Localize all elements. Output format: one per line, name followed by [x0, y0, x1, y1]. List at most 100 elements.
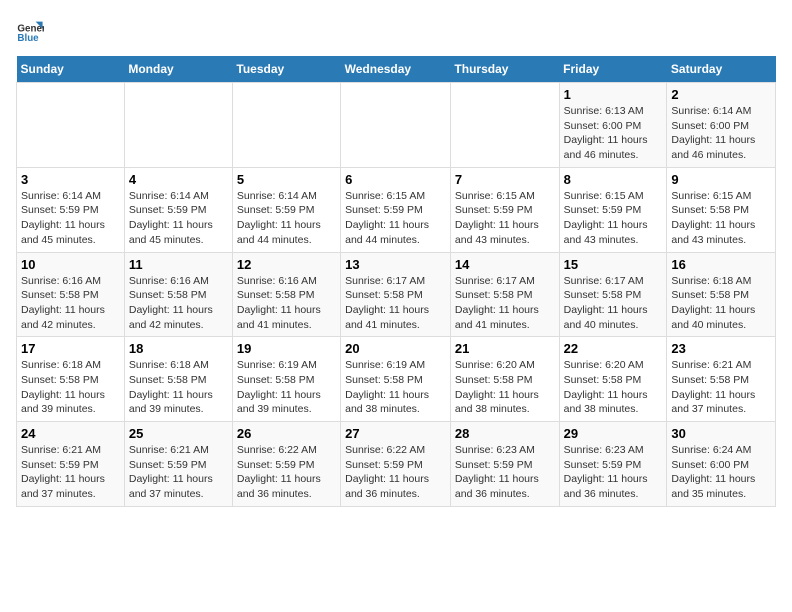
- calendar-cell: 10 Sunrise: 6:16 AM Sunset: 5:58 PM Dayli…: [17, 252, 125, 337]
- calendar-cell: 16 Sunrise: 6:18 AM Sunset: 5:58 PM Dayli…: [667, 252, 776, 337]
- calendar-week: 24 Sunrise: 6:21 AM Sunset: 5:59 PM Dayli…: [17, 422, 776, 507]
- calendar-cell: 20Sunrise: 6:19 AM Sunset: 5:58 PM Dayli…: [341, 337, 451, 422]
- day-number: 1: [564, 87, 663, 102]
- calendar-cell: 9 Sunrise: 6:15 AM Sunset: 5:58 PM Daylig…: [667, 167, 776, 252]
- calendar-cell: 13Sunrise: 6:17 AM Sunset: 5:58 PM Dayli…: [341, 252, 451, 337]
- day-info: Sunrise: 6:23 AM Sunset: 5:59 PM Dayligh…: [564, 443, 663, 502]
- day-number: 18: [129, 341, 228, 356]
- day-number: 28: [455, 426, 555, 441]
- calendar-cell: 25 Sunrise: 6:21 AM Sunset: 5:59 PM Dayli…: [124, 422, 232, 507]
- calendar-cell: 2 Sunrise: 6:14 AM Sunset: 6:00 PM Daylig…: [667, 83, 776, 168]
- day-info: Sunrise: 6:22 AM Sunset: 5:59 PM Dayligh…: [237, 443, 336, 502]
- svg-text:Blue: Blue: [17, 33, 39, 44]
- weekday-header: Thursday: [450, 56, 559, 83]
- calendar-cell: 3 Sunrise: 6:14 AM Sunset: 5:59 PM Daylig…: [17, 167, 125, 252]
- day-number: 5: [237, 172, 336, 187]
- calendar-cell: 29 Sunrise: 6:23 AM Sunset: 5:59 PM Dayli…: [559, 422, 667, 507]
- calendar-cell: 15 Sunrise: 6:17 AM Sunset: 5:58 PM Dayli…: [559, 252, 667, 337]
- day-info: Sunrise: 6:21 AM Sunset: 5:59 PM Dayligh…: [21, 443, 120, 502]
- calendar-cell: 19 Sunrise: 6:19 AM Sunset: 5:58 PM Dayli…: [232, 337, 340, 422]
- day-number: 7: [455, 172, 555, 187]
- calendar-cell: 4 Sunrise: 6:14 AM Sunset: 5:59 PM Daylig…: [124, 167, 232, 252]
- calendar-week: 3 Sunrise: 6:14 AM Sunset: 5:59 PM Daylig…: [17, 167, 776, 252]
- day-number: 25: [129, 426, 228, 441]
- day-number: 30: [671, 426, 771, 441]
- day-number: 29: [564, 426, 663, 441]
- day-info: Sunrise: 6:16 AM Sunset: 5:58 PM Dayligh…: [129, 274, 228, 333]
- day-info: Sunrise: 6:14 AM Sunset: 6:00 PM Dayligh…: [671, 104, 771, 163]
- calendar-cell: 26 Sunrise: 6:22 AM Sunset: 5:59 PM Dayli…: [232, 422, 340, 507]
- calendar-cell: 28Sunrise: 6:23 AM Sunset: 5:59 PM Dayli…: [450, 422, 559, 507]
- day-info: Sunrise: 6:18 AM Sunset: 5:58 PM Dayligh…: [21, 358, 120, 417]
- day-number: 19: [237, 341, 336, 356]
- day-info: Sunrise: 6:20 AM Sunset: 5:58 PM Dayligh…: [564, 358, 663, 417]
- day-number: 16: [671, 257, 771, 272]
- calendar-cell: [341, 83, 451, 168]
- calendar-cell: 8 Sunrise: 6:15 AM Sunset: 5:59 PM Daylig…: [559, 167, 667, 252]
- day-info: Sunrise: 6:14 AM Sunset: 5:59 PM Dayligh…: [129, 189, 228, 248]
- day-number: 15: [564, 257, 663, 272]
- day-number: 22: [564, 341, 663, 356]
- calendar-cell: 21 Sunrise: 6:20 AM Sunset: 5:58 PM Dayli…: [450, 337, 559, 422]
- day-info: Sunrise: 6:14 AM Sunset: 5:59 PM Dayligh…: [237, 189, 336, 248]
- calendar-cell: 7 Sunrise: 6:15 AM Sunset: 5:59 PM Daylig…: [450, 167, 559, 252]
- day-number: 8: [564, 172, 663, 187]
- day-info: Sunrise: 6:18 AM Sunset: 5:58 PM Dayligh…: [671, 274, 771, 333]
- calendar-cell: [232, 83, 340, 168]
- day-number: 9: [671, 172, 771, 187]
- day-info: Sunrise: 6:22 AM Sunset: 5:59 PM Dayligh…: [345, 443, 446, 502]
- day-info: Sunrise: 6:18 AM Sunset: 5:58 PM Dayligh…: [129, 358, 228, 417]
- day-number: 6: [345, 172, 446, 187]
- calendar-cell: [124, 83, 232, 168]
- day-number: 24: [21, 426, 120, 441]
- day-info: Sunrise: 6:15 AM Sunset: 5:59 PM Dayligh…: [455, 189, 555, 248]
- logo: General Blue: [16, 16, 48, 44]
- day-info: Sunrise: 6:15 AM Sunset: 5:59 PM Dayligh…: [345, 189, 446, 248]
- day-info: Sunrise: 6:14 AM Sunset: 5:59 PM Dayligh…: [21, 189, 120, 248]
- day-number: 10: [21, 257, 120, 272]
- calendar-cell: 27 Sunrise: 6:22 AM Sunset: 5:59 PM Dayli…: [341, 422, 451, 507]
- calendar-cell: 14Sunrise: 6:17 AM Sunset: 5:58 PM Dayli…: [450, 252, 559, 337]
- day-number: 27: [345, 426, 446, 441]
- day-info: Sunrise: 6:19 AM Sunset: 5:58 PM Dayligh…: [237, 358, 336, 417]
- day-info: Sunrise: 6:21 AM Sunset: 5:58 PM Dayligh…: [671, 358, 771, 417]
- calendar-cell: 12 Sunrise: 6:16 AM Sunset: 5:58 PM Dayli…: [232, 252, 340, 337]
- day-number: 21: [455, 341, 555, 356]
- calendar-cell: 22 Sunrise: 6:20 AM Sunset: 5:58 PM Dayli…: [559, 337, 667, 422]
- day-number: 26: [237, 426, 336, 441]
- day-info: Sunrise: 6:15 AM Sunset: 5:58 PM Dayligh…: [671, 189, 771, 248]
- day-number: 17: [21, 341, 120, 356]
- calendar-week: 1Sunrise: 6:13 AM Sunset: 6:00 PM Daylig…: [17, 83, 776, 168]
- day-number: 12: [237, 257, 336, 272]
- logo-icon: General Blue: [16, 16, 44, 44]
- weekday-header: Wednesday: [341, 56, 451, 83]
- calendar-table: SundayMondayTuesdayWednesdayThursdayFrid…: [16, 56, 776, 507]
- calendar-cell: [17, 83, 125, 168]
- day-info: Sunrise: 6:17 AM Sunset: 5:58 PM Dayligh…: [564, 274, 663, 333]
- day-info: Sunrise: 6:15 AM Sunset: 5:59 PM Dayligh…: [564, 189, 663, 248]
- calendar-cell: 1Sunrise: 6:13 AM Sunset: 6:00 PM Daylig…: [559, 83, 667, 168]
- day-number: 2: [671, 87, 771, 102]
- weekday-header: Tuesday: [232, 56, 340, 83]
- weekday-header: Saturday: [667, 56, 776, 83]
- day-number: 4: [129, 172, 228, 187]
- calendar-week: 10 Sunrise: 6:16 AM Sunset: 5:58 PM Dayli…: [17, 252, 776, 337]
- calendar-cell: 18 Sunrise: 6:18 AM Sunset: 5:58 PM Dayli…: [124, 337, 232, 422]
- day-info: Sunrise: 6:24 AM Sunset: 6:00 PM Dayligh…: [671, 443, 771, 502]
- calendar-cell: 23 Sunrise: 6:21 AM Sunset: 5:58 PM Dayli…: [667, 337, 776, 422]
- day-info: Sunrise: 6:16 AM Sunset: 5:58 PM Dayligh…: [237, 274, 336, 333]
- calendar-cell: 6 Sunrise: 6:15 AM Sunset: 5:59 PM Daylig…: [341, 167, 451, 252]
- header: General Blue: [16, 16, 776, 44]
- calendar-header: SundayMondayTuesdayWednesdayThursdayFrid…: [17, 56, 776, 83]
- day-info: Sunrise: 6:21 AM Sunset: 5:59 PM Dayligh…: [129, 443, 228, 502]
- day-info: Sunrise: 6:20 AM Sunset: 5:58 PM Dayligh…: [455, 358, 555, 417]
- calendar-cell: 30 Sunrise: 6:24 AM Sunset: 6:00 PM Dayli…: [667, 422, 776, 507]
- weekday-header: Friday: [559, 56, 667, 83]
- day-number: 3: [21, 172, 120, 187]
- calendar-cell: 5 Sunrise: 6:14 AM Sunset: 5:59 PM Daylig…: [232, 167, 340, 252]
- day-info: Sunrise: 6:17 AM Sunset: 5:58 PM Dayligh…: [455, 274, 555, 333]
- calendar-cell: 24 Sunrise: 6:21 AM Sunset: 5:59 PM Dayli…: [17, 422, 125, 507]
- day-number: 23: [671, 341, 771, 356]
- weekday-header: Monday: [124, 56, 232, 83]
- day-info: Sunrise: 6:16 AM Sunset: 5:58 PM Dayligh…: [21, 274, 120, 333]
